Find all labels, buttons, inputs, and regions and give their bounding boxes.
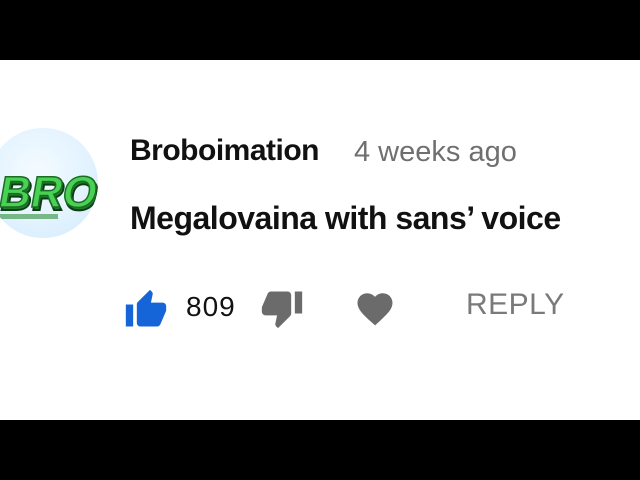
video-frame: BRO BRO Broboimation 4 weeks ago Megalov… [0, 0, 640, 480]
thumbs-down-icon[interactable] [260, 286, 304, 330]
avatar-logo: BRO BRO [0, 168, 98, 221]
thumbs-up-icon[interactable] [124, 288, 168, 332]
heart-icon[interactable] [354, 288, 396, 330]
comment-text: Megalovaina with sans’ voice [130, 200, 561, 236]
reply-button[interactable]: REPLY [466, 288, 565, 322]
like-count: 809 [186, 291, 236, 322]
comment-actions: 809 REPLY [0, 282, 640, 332]
avatar-text: BRO [0, 168, 98, 217]
comment-timestamp[interactable]: 4 weeks ago [354, 136, 517, 169]
comment-panel: BRO BRO Broboimation 4 weeks ago Megalov… [0, 60, 640, 420]
avatar[interactable]: BRO BRO [0, 128, 98, 238]
comment-author[interactable]: Broboimation [130, 134, 320, 168]
